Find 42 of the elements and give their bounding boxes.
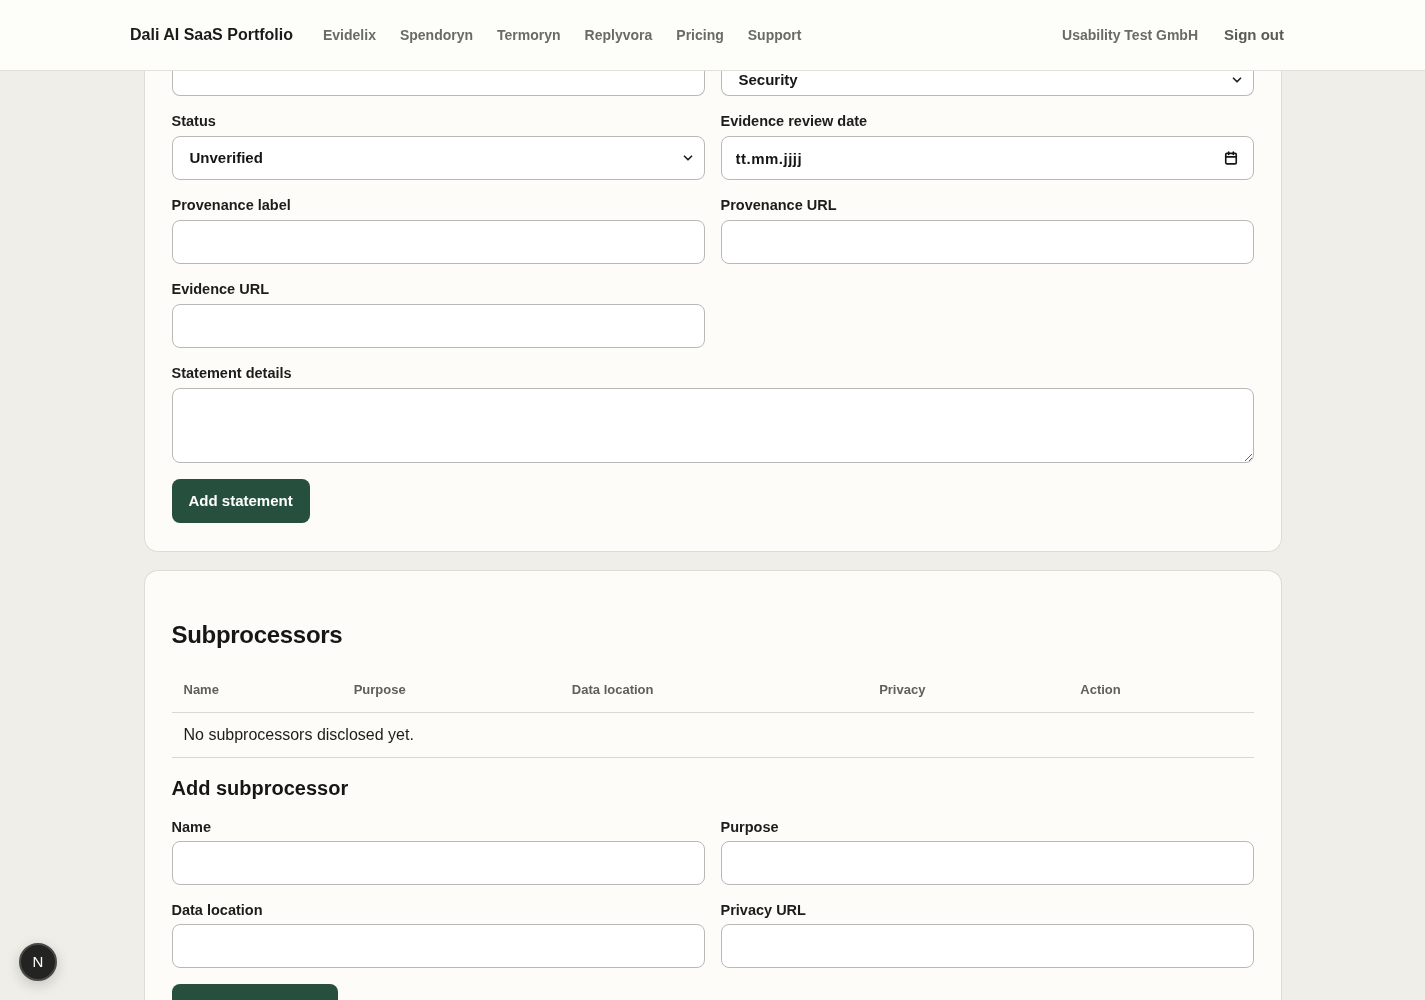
- nav-link[interactable]: Spendoryn: [399, 24, 474, 46]
- nav-link[interactable]: Pricing: [676, 24, 724, 46]
- field-label: Evidence URL: [171, 280, 270, 299]
- text-field[interactable]: [720, 923, 1254, 968]
- column-header: Action: [1068, 668, 1254, 712]
- section-title: Subprocessors: [171, 620, 344, 650]
- field-label: Name: [171, 817, 212, 837]
- text-area[interactable]: [171, 388, 1254, 463]
- text-field[interactable]: [720, 840, 1254, 885]
- field-label: Provenance URL: [720, 196, 838, 215]
- date-field[interactable]: tt.mm.jjjj: [720, 136, 1254, 180]
- nav-link[interactable]: Termoryn: [497, 24, 561, 46]
- field-label: Provenance label: [171, 196, 292, 215]
- field-label: Statement details: [171, 364, 293, 383]
- nav-link[interactable]: Evidelix: [323, 24, 376, 46]
- add-statement-button[interactable]: Add statement: [171, 479, 310, 523]
- field-label: Data location: [171, 900, 264, 920]
- column-header: Purpose: [341, 668, 560, 712]
- text-field[interactable]: [171, 304, 705, 348]
- add-subprocessor-button[interactable]: [171, 983, 338, 1000]
- field-label: Evidence review date: [720, 112, 869, 131]
- select-field[interactable]: Unverified: [171, 136, 705, 180]
- n-circle-button[interactable]: N: [19, 943, 57, 981]
- brand-name[interactable]: Dali AI SaaS Portfolio: [130, 23, 293, 47]
- field-label: Purpose: [720, 817, 780, 837]
- text-field[interactable]: [171, 840, 705, 885]
- column-header: Data location: [559, 668, 868, 712]
- account-name: Usability Test GmbH: [1062, 25, 1198, 45]
- column-header: Name: [171, 668, 342, 712]
- nav-link[interactable]: Support: [747, 24, 802, 46]
- select-field[interactable]: Security: [720, 71, 1254, 96]
- column-header: Privacy: [867, 668, 1069, 712]
- text-field[interactable]: [171, 923, 705, 968]
- form-title: Add subprocessor: [171, 775, 350, 801]
- text-field[interactable]: [171, 220, 705, 264]
- text-field[interactable]: [171, 71, 705, 96]
- empty-message: No subprocessors disclosed yet.: [171, 712, 1254, 757]
- field-label: Status: [171, 112, 217, 131]
- sign-out-button[interactable]: Sign out: [1224, 23, 1284, 47]
- text-field[interactable]: [720, 220, 1254, 264]
- nav-link[interactable]: Replyvora: [584, 24, 653, 46]
- field-label: Privacy URL: [720, 900, 807, 920]
